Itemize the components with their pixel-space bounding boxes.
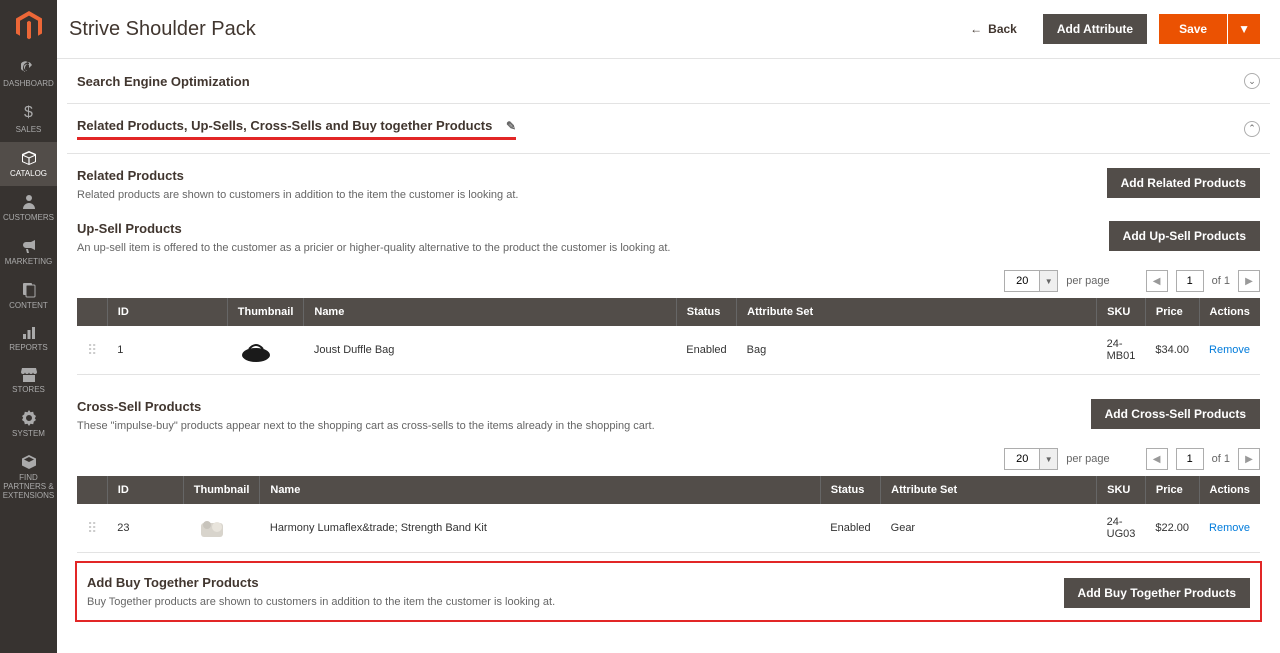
section-seo[interactable]: Search Engine Optimization ⌄ — [67, 59, 1270, 104]
person-icon — [22, 194, 36, 210]
col-id: ID — [107, 476, 183, 504]
save-button[interactable]: Save — [1159, 14, 1227, 44]
pencil-icon[interactable]: ✎ — [506, 119, 516, 133]
caret-down-icon: ▼ — [1238, 22, 1250, 36]
gauge-icon — [21, 60, 37, 76]
arrow-left-icon: ← — [970, 22, 982, 36]
per-page-input[interactable] — [1005, 271, 1039, 291]
related-products-desc: Related products are shown to customers … — [77, 189, 1087, 201]
col-sku: SKU — [1097, 476, 1146, 504]
col-price: Price — [1145, 476, 1199, 504]
remove-link[interactable]: Remove — [1209, 344, 1250, 356]
chevron-up-icon: ⌃ — [1244, 121, 1260, 137]
upsell-pagination: ▼ per page ◀ of 1 ▶ — [67, 260, 1270, 298]
page-input[interactable] — [1176, 448, 1204, 470]
page-title: Strive Shoulder Pack — [69, 18, 944, 41]
buytogether-heading: Add Buy Together Products — [87, 575, 1044, 590]
topbar: Strive Shoulder Pack ←Back Add Attribute… — [57, 0, 1280, 59]
nav-reports[interactable]: REPORTS — [0, 318, 57, 360]
crosssell-desc: These "impulse-buy" products appear next… — [77, 420, 1071, 432]
upsell-desc: An up-sell item is offered to the custom… — [77, 242, 1089, 254]
nav-stores[interactable]: STORES — [0, 360, 57, 402]
col-thumbnail: Thumbnail — [227, 298, 304, 326]
upsell-table: ID Thumbnail Name Status Attribute Set S… — [77, 298, 1260, 375]
col-actions: Actions — [1199, 298, 1260, 326]
store-icon — [21, 368, 37, 382]
nav-partners[interactable]: FIND PARTNERS & EXTENSIONS — [0, 446, 57, 508]
remove-link[interactable]: Remove — [1209, 522, 1250, 534]
nav-content[interactable]: CONTENT — [0, 274, 57, 318]
nav-dashboard[interactable]: DASHBOARD — [0, 52, 57, 96]
crosssell-pagination: ▼ per page ◀ of 1 ▶ — [67, 438, 1270, 476]
next-page-button[interactable]: ▶ — [1238, 270, 1260, 292]
crosssell-heading: Cross-Sell Products — [77, 399, 1071, 414]
col-sku: SKU — [1097, 298, 1146, 326]
add-related-products-button[interactable]: Add Related Products — [1107, 168, 1260, 198]
nav-customers[interactable]: CUSTOMERS — [0, 186, 57, 230]
col-attrset: Attribute Set — [881, 476, 1097, 504]
col-name: Name — [260, 476, 820, 504]
drag-handle-icon[interactable]: ⠿ — [87, 520, 97, 536]
magento-logo[interactable] — [13, 10, 45, 42]
section-title: Search Engine Optimization — [77, 74, 1244, 89]
prev-page-button[interactable]: ◀ — [1146, 448, 1168, 470]
add-crosssell-button[interactable]: Add Cross-Sell Products — [1091, 399, 1260, 429]
product-thumbnail — [193, 514, 231, 542]
per-page-input[interactable] — [1005, 449, 1039, 469]
dollar-icon: $ — [24, 104, 33, 122]
col-id: ID — [107, 298, 227, 326]
crosssell-table: ID Thumbnail Name Status Attribute Set S… — [77, 476, 1260, 553]
related-products-heading: Related Products — [77, 168, 1087, 183]
add-attribute-button[interactable]: Add Attribute — [1043, 14, 1147, 44]
nav-sales[interactable]: $SALES — [0, 96, 57, 142]
section-title: Related Products, Up-Sells, Cross-Sells … — [77, 118, 492, 133]
per-page-dropdown[interactable]: ▼ — [1039, 449, 1057, 469]
col-status: Status — [820, 476, 880, 504]
megaphone-icon — [21, 238, 37, 254]
pages-icon — [22, 282, 36, 298]
product-thumbnail — [237, 336, 275, 364]
nav-marketing[interactable]: MARKETING — [0, 230, 57, 274]
buy-together-section: Add Buy Together Products Buy Together p… — [75, 561, 1262, 622]
page-input[interactable] — [1176, 270, 1204, 292]
gear-icon — [21, 410, 37, 426]
upsell-heading: Up-Sell Products — [77, 221, 1089, 236]
partners-icon — [21, 454, 37, 470]
add-buytogether-button[interactable]: Add Buy Together Products — [1064, 578, 1250, 608]
next-page-button[interactable]: ▶ — [1238, 448, 1260, 470]
back-button[interactable]: ←Back — [956, 14, 1031, 44]
admin-sidebar: DASHBOARD $SALES CATALOG CUSTOMERS MARKE… — [0, 0, 57, 653]
drag-handle-icon[interactable]: ⠿ — [87, 342, 97, 358]
table-row: ⠿ 23 Harmony Lumaflex&trade; Strength Ba… — [77, 504, 1260, 553]
col-actions: Actions — [1199, 476, 1260, 504]
col-status: Status — [676, 298, 736, 326]
chevron-down-icon: ⌄ — [1244, 73, 1260, 89]
buytogether-desc: Buy Together products are shown to custo… — [87, 596, 1044, 608]
nav-catalog[interactable]: CATALOG — [0, 142, 57, 186]
bars-icon — [22, 326, 36, 340]
section-related[interactable]: Related Products, Up-Sells, Cross-Sells … — [67, 104, 1270, 154]
add-upsell-button[interactable]: Add Up-Sell Products — [1109, 221, 1260, 251]
per-page-dropdown[interactable]: ▼ — [1039, 271, 1057, 291]
nav-system[interactable]: SYSTEM — [0, 402, 57, 446]
prev-page-button[interactable]: ◀ — [1146, 270, 1168, 292]
col-attrset: Attribute Set — [737, 298, 1097, 326]
col-thumbnail: Thumbnail — [183, 476, 260, 504]
save-dropdown-button[interactable]: ▼ — [1228, 14, 1260, 44]
table-row: ⠿ 1 Joust Duffle Bag Enabled Bag 24-MB01… — [77, 326, 1260, 375]
main-content: Strive Shoulder Pack ←Back Add Attribute… — [57, 0, 1280, 653]
col-price: Price — [1145, 298, 1199, 326]
box-icon — [21, 150, 37, 166]
col-name: Name — [304, 298, 676, 326]
